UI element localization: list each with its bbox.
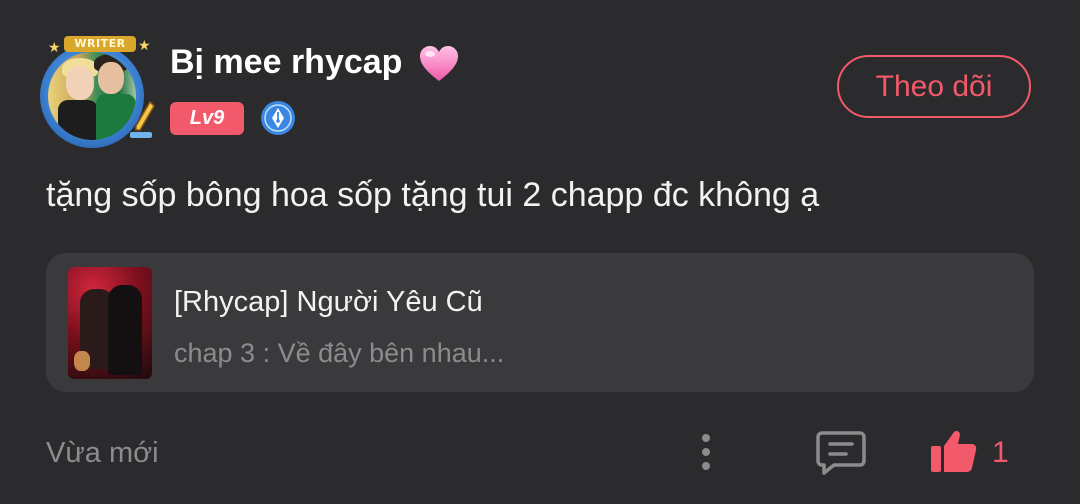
comment-icon[interactable] bbox=[816, 429, 866, 475]
star-icon: ★ bbox=[138, 37, 151, 53]
thumbs-up-icon[interactable] bbox=[928, 428, 978, 474]
story-cover-image bbox=[68, 267, 152, 379]
avatar[interactable]: WRITER ★ ★ bbox=[34, 36, 158, 148]
star-icon: ★ bbox=[48, 39, 61, 55]
story-card[interactable]: [Rhycap] Người Yêu Cũ chap 3 : Về đây bê… bbox=[46, 253, 1034, 392]
story-title: [Rhycap] Người Yêu Cũ bbox=[174, 286, 483, 318]
follow-button[interactable]: Theo dõi bbox=[837, 55, 1031, 118]
comment-text: tặng sốp bông hoa sốp tặng tui 2 chapp đ… bbox=[46, 176, 820, 214]
writer-frame-label: WRITER bbox=[64, 36, 136, 52]
story-chapter: chap 3 : Về đây bên nhau... bbox=[174, 338, 505, 368]
pink-heart-icon bbox=[419, 46, 458, 82]
like-count: 1 bbox=[992, 436, 1009, 469]
avatar-photo bbox=[48, 52, 136, 140]
quill-pen-icon bbox=[130, 100, 155, 138]
username[interactable]: Bị mee rhycap bbox=[170, 40, 460, 84]
level-badge: Lv9 bbox=[170, 102, 244, 135]
more-vertical-icon[interactable] bbox=[694, 430, 718, 474]
pen-nib-icon bbox=[261, 101, 295, 135]
username-text: Bị mee rhycap bbox=[170, 43, 403, 81]
timestamp: Vừa mới bbox=[46, 437, 159, 469]
